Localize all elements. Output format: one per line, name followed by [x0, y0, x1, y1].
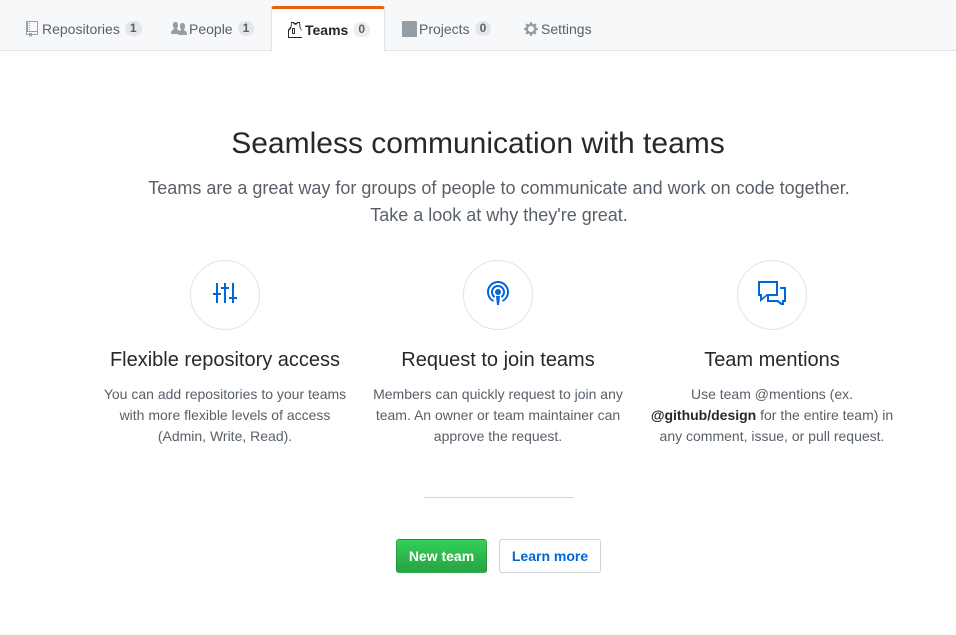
comment-discussion-icon: [758, 280, 786, 310]
feature-description: You can add repositories to your teams w…: [90, 384, 360, 447]
tab-label: Settings: [541, 20, 592, 37]
feature-description: Members can quickly request to join any …: [363, 384, 633, 447]
new-team-button[interactable]: New team: [396, 539, 487, 573]
feature-icon-circle: [463, 260, 533, 330]
gear-icon: [523, 21, 539, 37]
tab-label: Teams: [305, 21, 349, 38]
team-mention-example: @github/design: [650, 407, 757, 423]
settings-sliders-icon: [213, 281, 237, 310]
desc-line: with more flexible levels of access: [119, 407, 331, 423]
feature-icon-circle: [190, 260, 260, 330]
project-icon: [401, 20, 417, 37]
tab-people[interactable]: People 1: [171, 7, 255, 51]
feature-description: Use team @mentions (ex. @github/design f…: [637, 384, 907, 447]
tab-label: Projects: [419, 20, 470, 37]
tab-settings[interactable]: Settings: [523, 7, 592, 51]
desc-line: for the entire team) in: [756, 407, 894, 423]
tab-label: People: [189, 20, 233, 37]
jersey-icon: [287, 21, 303, 38]
tab-projects[interactable]: Projects 0: [401, 7, 492, 51]
page-title: Seamless communication with teams: [231, 127, 725, 160]
tab-counter: 1: [124, 21, 142, 36]
desc-line: You can add repositories to your teams: [103, 386, 347, 402]
feature-title: Request to join teams: [401, 349, 595, 371]
org-tab-nav: Repositories 1 People 1 Teams 0 Projects…: [0, 0, 956, 52]
tab-repositories[interactable]: Repositories 1: [24, 7, 142, 51]
desc-line: team. An owner or team maintainer can: [375, 407, 621, 423]
repo-icon: [24, 20, 40, 37]
tab-label: Repositories: [42, 20, 120, 37]
feature-title: Flexible repository access: [109, 349, 341, 371]
desc-line: Members can quickly request to join any: [373, 386, 623, 402]
tab-counter: 0: [474, 21, 492, 36]
tab-counter: 1: [237, 21, 255, 36]
feature-title: Team mentions: [704, 349, 840, 371]
desc-line: any comment, issue, or pull request.: [659, 428, 885, 444]
people-icon: [171, 21, 187, 37]
subtitle-line: Teams are a great way for groups of peop…: [148, 178, 850, 198]
section-divider: [424, 497, 574, 498]
subtitle-line: Take a look at why they're great.: [370, 205, 628, 225]
feature-icon-circle: [737, 260, 807, 330]
desc-line: Use team @mentions (ex.: [690, 386, 854, 402]
learn-more-button[interactable]: Learn more: [499, 539, 601, 573]
tab-counter: 0: [353, 22, 371, 37]
desc-line: (Admin, Write, Read).: [157, 428, 293, 444]
page-subtitle: Teams are a great way for groups of peop…: [148, 175, 850, 229]
broadcast-icon: [486, 280, 510, 311]
tab-teams[interactable]: Teams 0: [271, 6, 385, 52]
desc-line: approve the request.: [433, 428, 563, 444]
